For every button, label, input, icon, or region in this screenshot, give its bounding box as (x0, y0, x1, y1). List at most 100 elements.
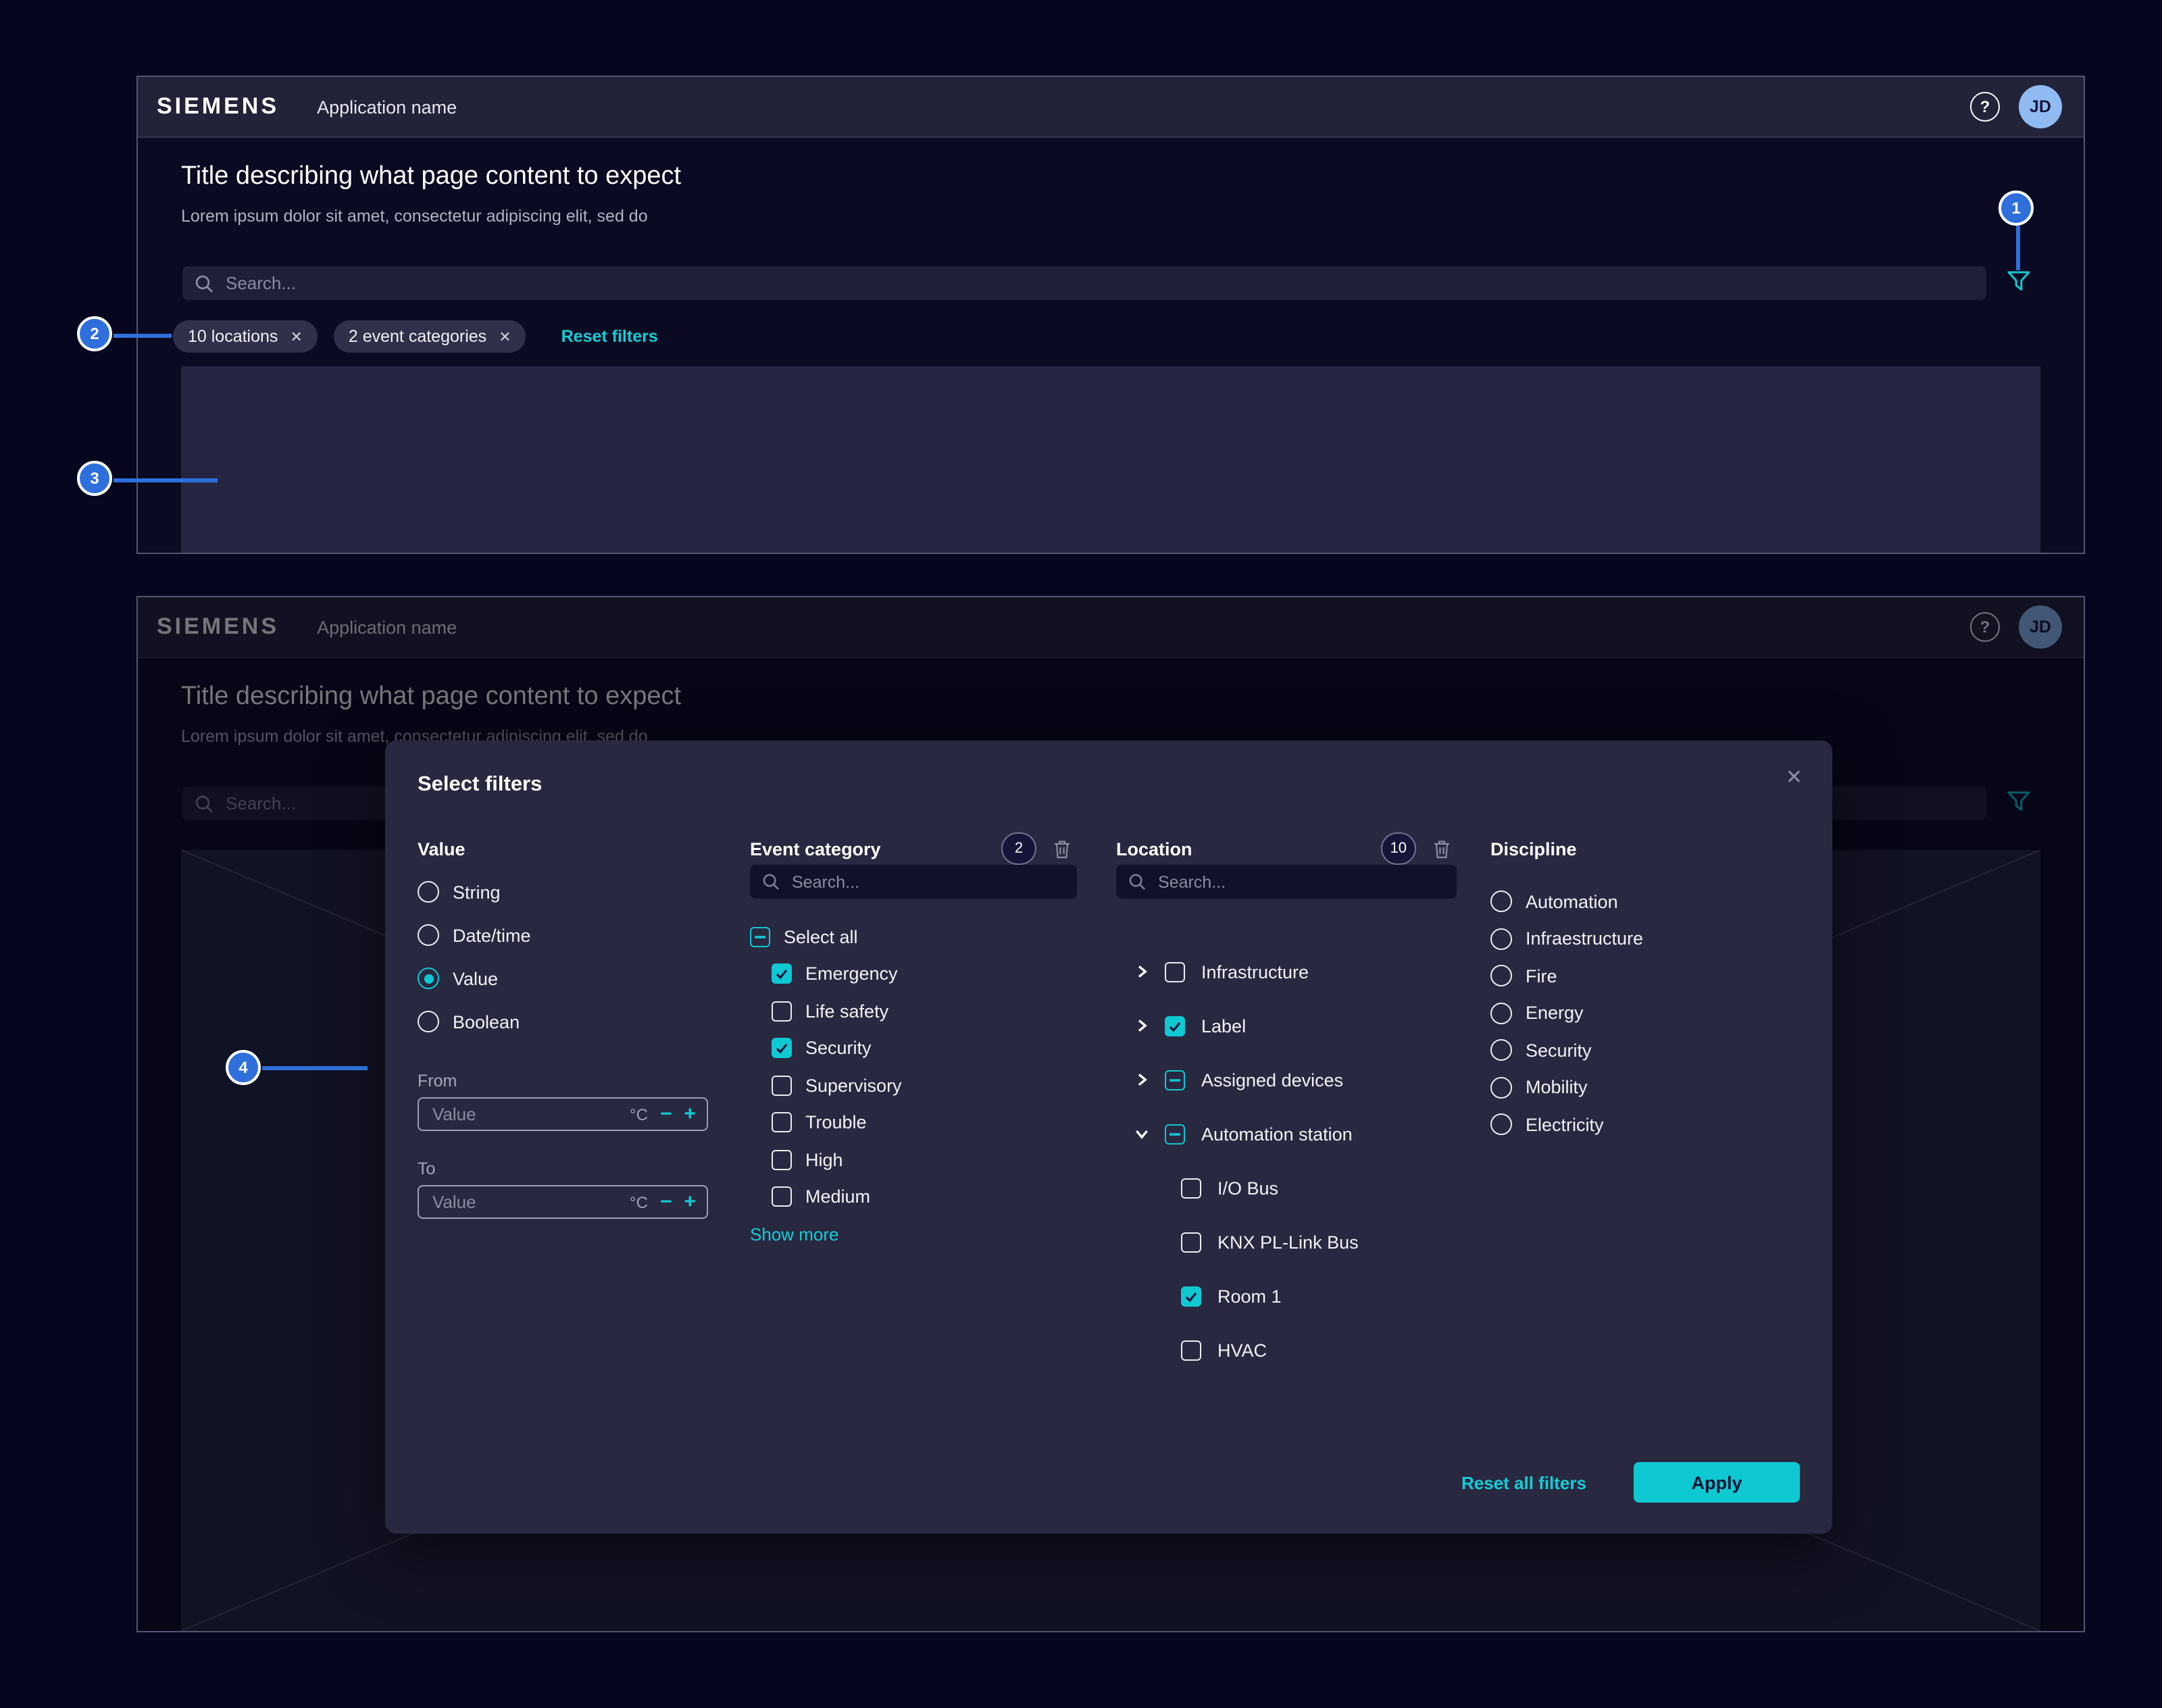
chevron-right-icon[interactable] (1135, 1073, 1149, 1086)
tree-node-automation-station[interactable]: Automation station (1116, 1119, 1457, 1149)
checkbox-emergency[interactable]: Emergency (750, 959, 1077, 988)
increment-button[interactable]: + (684, 1192, 696, 1212)
application-name: Application name (317, 97, 457, 117)
unchecked-checkbox-icon (772, 1075, 792, 1095)
event-category-search[interactable] (750, 865, 1077, 899)
checkbox-supervisory[interactable]: Supervisory (750, 1070, 1077, 1100)
unit-label: °C (630, 1192, 648, 1211)
search-icon (195, 274, 213, 293)
annotation-1-line (2016, 226, 2019, 270)
chip-label: 10 locations (188, 327, 278, 346)
tree-node-io-bus[interactable]: I/O Bus (1116, 1173, 1457, 1203)
increment-button[interactable]: + (684, 1104, 696, 1124)
chevron-down-icon[interactable] (1135, 1127, 1149, 1140)
checkbox-trouble[interactable]: Trouble (750, 1107, 1077, 1137)
help-icon[interactable]: ? (1970, 92, 2000, 122)
radio-icon (1490, 1113, 1512, 1135)
trash-icon[interactable] (1053, 838, 1072, 859)
unchecked-checkbox-icon (772, 1001, 792, 1021)
decrement-button[interactable]: − (660, 1192, 672, 1212)
chip-close-icon[interactable]: ✕ (290, 328, 302, 345)
unchecked-checkbox-icon[interactable] (1181, 1340, 1201, 1360)
discipline-filter-column: Discipline Automation Infraestructure Fi… (1490, 835, 1801, 1147)
radio-option-infraestructure[interactable]: Infraestructure (1490, 924, 1801, 953)
radio-icon (1490, 890, 1512, 912)
indeterminate-checkbox-icon[interactable] (1165, 1124, 1185, 1144)
location-tree: Infrastructure Label Assigned devices Au… (1116, 957, 1457, 1365)
dialog-title: Select filters (418, 773, 542, 797)
reset-all-filters-link[interactable]: Reset all filters (1461, 1473, 1586, 1493)
event-category-search-input[interactable] (789, 871, 1065, 893)
unchecked-checkbox-icon[interactable] (1181, 1178, 1201, 1198)
show-more-link[interactable]: Show more (750, 1224, 1077, 1248)
value-heading: Value (418, 838, 466, 859)
tree-node-infrastructure[interactable]: Infrastructure (1116, 957, 1457, 986)
radio-option-boolean[interactable]: Boolean (418, 1007, 742, 1036)
tree-node-room-1[interactable]: Room 1 (1116, 1281, 1457, 1311)
radio-option-value[interactable]: Value (418, 963, 742, 993)
filter-chip-event-categories[interactable]: 2 event categories ✕ (334, 320, 526, 353)
indeterminate-checkbox-icon[interactable] (1165, 1070, 1185, 1090)
search-bar[interactable] (182, 266, 1986, 300)
location-search[interactable] (1116, 865, 1457, 899)
checked-checkbox-icon[interactable] (1165, 1015, 1185, 1036)
trash-icon[interactable] (1432, 838, 1451, 859)
tree-node-label[interactable]: Label (1116, 1011, 1457, 1040)
checkbox-security[interactable]: Security (750, 1033, 1077, 1063)
avatar[interactable]: JD (2019, 85, 2062, 128)
to-input-field[interactable] (430, 1190, 618, 1213)
apply-button[interactable]: Apply (1634, 1462, 1800, 1503)
decrement-button[interactable]: − (660, 1104, 672, 1124)
app-header: SIEMENS Application name ? JD (138, 77, 2084, 138)
discipline-heading: Discipline (1490, 838, 1577, 859)
checked-checkbox-icon (772, 1038, 792, 1058)
radio-option-security[interactable]: Security (1490, 1035, 1801, 1065)
location-search-input[interactable] (1155, 871, 1444, 893)
close-icon[interactable]: ✕ (1786, 768, 1803, 788)
reset-filters-link[interactable]: Reset filters (561, 327, 658, 346)
radio-icon (418, 1011, 439, 1032)
filter-funnel-icon[interactable] (2007, 269, 2031, 296)
annotation-1: 1 (1998, 191, 2034, 226)
radio-option-mobility[interactable]: Mobility (1490, 1072, 1801, 1102)
radio-option-automation[interactable]: Automation (1490, 886, 1801, 916)
annotation-4: 4 (226, 1050, 261, 1085)
to-value-input[interactable]: °C − + (418, 1185, 708, 1219)
tree-node-hvac[interactable]: HVAC (1116, 1335, 1457, 1365)
radio-option-fire[interactable]: Fire (1490, 961, 1801, 990)
location-heading: Location (1116, 838, 1192, 859)
event-category-heading: Event category (750, 838, 881, 859)
unchecked-checkbox-icon (772, 1112, 792, 1132)
checkbox-medium[interactable]: Medium (750, 1182, 1077, 1211)
radio-option-energy[interactable]: Energy (1490, 998, 1801, 1028)
checkbox-high[interactable]: High (750, 1145, 1077, 1174)
select-filters-dialog: Select filters ✕ Value String Date/time … (385, 740, 1832, 1534)
checked-checkbox-icon[interactable] (1181, 1286, 1201, 1306)
to-label: To (418, 1159, 742, 1178)
value-filter-column: Value String Date/time Value Boolean (418, 835, 742, 1219)
radio-icon (418, 924, 439, 946)
chip-close-icon[interactable]: ✕ (499, 328, 511, 345)
annotation-2: 2 (77, 316, 112, 351)
search-icon (1128, 873, 1146, 890)
checkbox-select-all[interactable]: Select all (750, 922, 1077, 951)
unchecked-checkbox-icon[interactable] (1165, 961, 1185, 982)
checkbox-life-safety[interactable]: Life safety (750, 996, 1077, 1026)
tree-node-knx-pl-link-bus[interactable]: KNX PL-Link Bus (1116, 1227, 1457, 1257)
filter-chip-locations[interactable]: 10 locations ✕ (173, 320, 318, 353)
chevron-right-icon[interactable] (1135, 965, 1149, 978)
radio-option-electricity[interactable]: Electricity (1490, 1109, 1801, 1139)
selected-count-badge: 10 (1381, 832, 1417, 865)
from-input-field[interactable] (430, 1103, 618, 1126)
tree-node-assigned-devices[interactable]: Assigned devices (1116, 1065, 1457, 1095)
selected-count-badge: 2 (1001, 832, 1036, 865)
radio-option-datetime[interactable]: Date/time (418, 920, 742, 950)
content-placeholder (181, 366, 2040, 553)
from-value-input[interactable]: °C − + (418, 1097, 708, 1131)
radio-icon (418, 881, 439, 903)
chevron-right-icon[interactable] (1135, 1019, 1149, 1032)
radio-option-string[interactable]: String (418, 877, 742, 907)
header-actions: ? JD (1970, 85, 2062, 128)
unchecked-checkbox-icon[interactable] (1181, 1232, 1201, 1252)
search-input[interactable] (223, 272, 1974, 295)
